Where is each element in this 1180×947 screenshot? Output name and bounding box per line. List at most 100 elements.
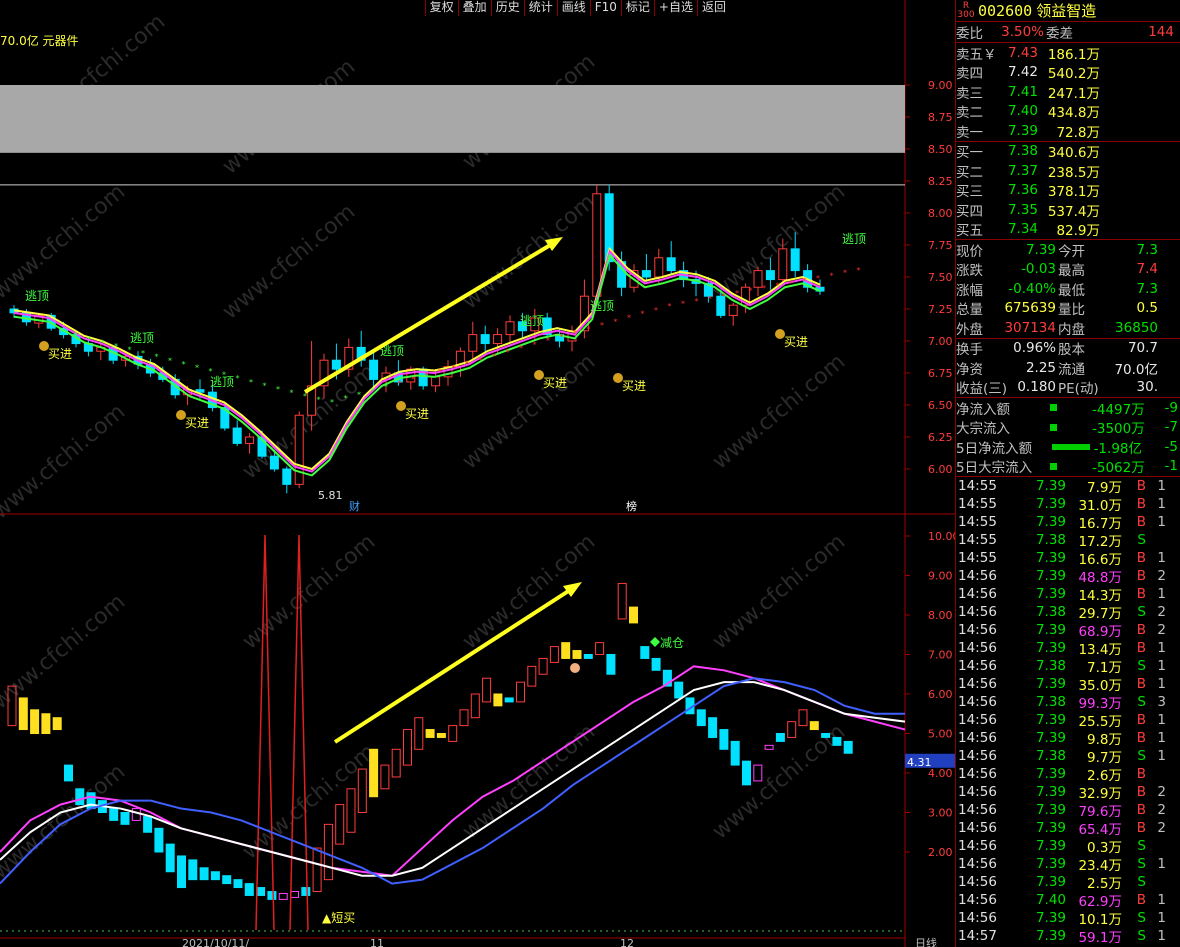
- trade-price: 7.39: [1035, 874, 1066, 890]
- indicator-bar: [787, 721, 797, 738]
- fund-flow-value: -3500万: [1092, 421, 1145, 438]
- trade-row[interactable]: 14:56 7.39 23.4万 S 1: [956, 855, 1180, 874]
- candle-body: [269, 455, 279, 470]
- trend-dot: *: [654, 306, 658, 315]
- quote-label: 内盘: [1058, 321, 1085, 338]
- quote-row-4: 外盘 307134 内盘 36850: [956, 318, 1180, 338]
- trade-row[interactable]: 14:56 7.39 13.4万 B 1: [956, 639, 1180, 658]
- fundamental-label: 换手: [956, 342, 983, 359]
- toolbar-button-1[interactable]: 叠加: [457, 0, 491, 16]
- bids-row-0[interactable]: 买一 7.38 340.6万: [956, 142, 1180, 161]
- trade-row[interactable]: 14:56 7.38 99.3万 S 3: [956, 693, 1180, 712]
- toolbar-button-3[interactable]: 统计: [523, 0, 557, 16]
- shaded-band: [0, 85, 905, 153]
- asks-row-4[interactable]: 卖一 7.39 72.8万: [956, 121, 1180, 141]
- candle-body: [282, 468, 292, 485]
- trade-time: 14:56: [958, 784, 997, 800]
- trend-dot: *: [330, 398, 334, 407]
- trade-row[interactable]: 14:56 7.39 2.5万 S: [956, 873, 1180, 892]
- buy-signal: 买进: [622, 379, 646, 393]
- toolbar-button-4[interactable]: 画线: [556, 0, 590, 16]
- trade-row[interactable]: 14:55 7.39 16.7万 B 1: [956, 513, 1180, 532]
- indicator-bar: [448, 725, 458, 742]
- trade-row[interactable]: 14:56 7.39 14.3万 B 1: [956, 585, 1180, 604]
- trade-row[interactable]: 14:56 7.38 29.7万 S 2: [956, 603, 1180, 622]
- bids-row-1[interactable]: 买二 7.37 238.5万: [956, 161, 1180, 181]
- trade-price: 7.39: [1035, 550, 1066, 566]
- trade-count: 1: [1157, 910, 1166, 926]
- watermark-text: www.cfchi.com: [458, 529, 600, 654]
- trade-row[interactable]: 14:56 7.38 9.7万 S 1: [956, 747, 1180, 766]
- asks-row-2[interactable]: 卖三 7.41 247.1万: [956, 82, 1180, 102]
- indicator-bar: [742, 760, 751, 786]
- trade-row[interactable]: 14:55 7.39 16.6万 B 1: [956, 549, 1180, 568]
- trade-price: 7.39: [1035, 910, 1066, 926]
- indicator-bar: [403, 729, 412, 766]
- indicator-bar: [188, 859, 198, 881]
- fund-flow-value: -4497万: [1092, 401, 1145, 418]
- asks-row-1[interactable]: 卖四 7.42 540.2万: [956, 63, 1180, 82]
- trade-row[interactable]: 14:56 7.39 25.5万 B 1: [956, 711, 1180, 730]
- trade-side: S: [1137, 910, 1146, 926]
- trade-volume: 9.8万: [1087, 732, 1122, 748]
- low-price-label: 5.81: [318, 489, 343, 502]
- trend-dot: *: [857, 266, 861, 275]
- stock-header[interactable]: R 300 002600 领益智造: [956, 0, 1180, 22]
- toolbar-button-6[interactable]: 标记: [620, 0, 654, 16]
- trade-volume: 14.3万: [1078, 588, 1122, 604]
- fund-flow-value: -5062万: [1092, 460, 1145, 477]
- trade-row[interactable]: 14:55 7.39 31.0万 B 1: [956, 495, 1180, 514]
- candle-body: [790, 248, 800, 272]
- tick-trades[interactable]: 14:55 7.39 7.9万 B 1 14:55 7.39 31.0万 B 1 14:55 7.39…: [956, 477, 1180, 946]
- toolbar-button-8[interactable]: 返回: [696, 0, 730, 16]
- trade-row[interactable]: 14:56 7.38 7.1万 S 1: [956, 657, 1180, 676]
- toolbar-button-0[interactable]: 复权: [424, 0, 458, 16]
- trade-row[interactable]: 14:56 7.39 9.8万 B 1: [956, 729, 1180, 748]
- toolbar-button-7[interactable]: +自选: [653, 0, 697, 16]
- toolbar-button-2[interactable]: 历史: [490, 0, 524, 16]
- trade-volume: 9.7万: [1087, 750, 1122, 766]
- trade-row[interactable]: 14:56 7.39 68.9万 B 2: [956, 621, 1180, 640]
- escape-top-signal: 逃顶: [842, 232, 866, 246]
- asks-row-0[interactable]: 卖五￥ 7.43 186.1万: [956, 43, 1180, 63]
- trade-time: 14:56: [958, 802, 997, 818]
- trade-price: 7.39: [1035, 496, 1066, 512]
- quote-value: 307134: [1004, 319, 1056, 336]
- trade-price: 7.38: [1035, 748, 1066, 764]
- chart-svg[interactable]: www.cfchi.com www.cfchi.com www.cfchi.com w…: [0, 0, 955, 947]
- asks-price: 7.42: [1007, 64, 1038, 81]
- indicator-bar: [629, 606, 638, 624]
- fundamental-value: 2.25: [1025, 359, 1056, 376]
- bids-row-3[interactable]: 买四 7.35 537.4万: [956, 200, 1180, 220]
- quote-value: 675639: [1004, 300, 1056, 317]
- asks-row-3[interactable]: 卖二 7.40 434.8万: [956, 102, 1180, 121]
- trade-row[interactable]: 14:56 7.39 48.8万 B 2: [956, 567, 1180, 586]
- trade-row[interactable]: 14:56 7.39 32.9万 B 2: [956, 783, 1180, 802]
- trade-count: 1: [1157, 514, 1166, 530]
- trend-dot: *: [546, 337, 550, 346]
- trade-row[interactable]: 14:56 7.39 0.3万 S: [956, 837, 1180, 856]
- indicator-bar: [730, 740, 740, 766]
- trade-volume: 99.3万: [1078, 696, 1122, 712]
- trade-row[interactable]: 14:55 7.38 17.2万 S: [956, 531, 1180, 550]
- candle-body: [505, 321, 515, 336]
- trade-row[interactable]: 14:56 7.39 79.6万 B 2: [956, 801, 1180, 820]
- trade-row[interactable]: 14:56 7.39 35.0万 B 1: [956, 675, 1180, 694]
- trade-time: 14:55: [958, 478, 997, 494]
- trade-row[interactable]: 14:57 7.39 59.1万 S 1: [956, 927, 1180, 946]
- trade-row[interactable]: 14:56 7.39 65.4万 B 2: [956, 819, 1180, 838]
- fund-flow-bar: [1046, 398, 1092, 418]
- trend-dot: *: [492, 352, 496, 361]
- trade-row[interactable]: 14:56 7.39 2.6万 B: [956, 765, 1180, 784]
- trade-row[interactable]: 14:56 7.40 62.9万 B 1: [956, 891, 1180, 910]
- kline-chart-area[interactable]: www.cfchi.com www.cfchi.com www.cfchi.com w…: [0, 0, 955, 947]
- bids-row-2[interactable]: 买三 7.36 378.1万: [956, 181, 1180, 200]
- watermark-text: www.cfchi.com: [238, 529, 380, 654]
- trade-row[interactable]: 14:55 7.39 7.9万 B 1: [956, 477, 1180, 496]
- lower-axis-label: 10.00: [928, 530, 955, 543]
- bids-row-4[interactable]: 买五 7.34 82.9万: [956, 220, 1180, 239]
- trade-row[interactable]: 14:56 7.39 10.1万 S 1: [956, 909, 1180, 928]
- fund-flow-label: 大宗流入: [956, 421, 1010, 438]
- toolbar-button-5[interactable]: F10: [589, 0, 621, 16]
- lower-axis-label: 9.00: [928, 570, 953, 583]
